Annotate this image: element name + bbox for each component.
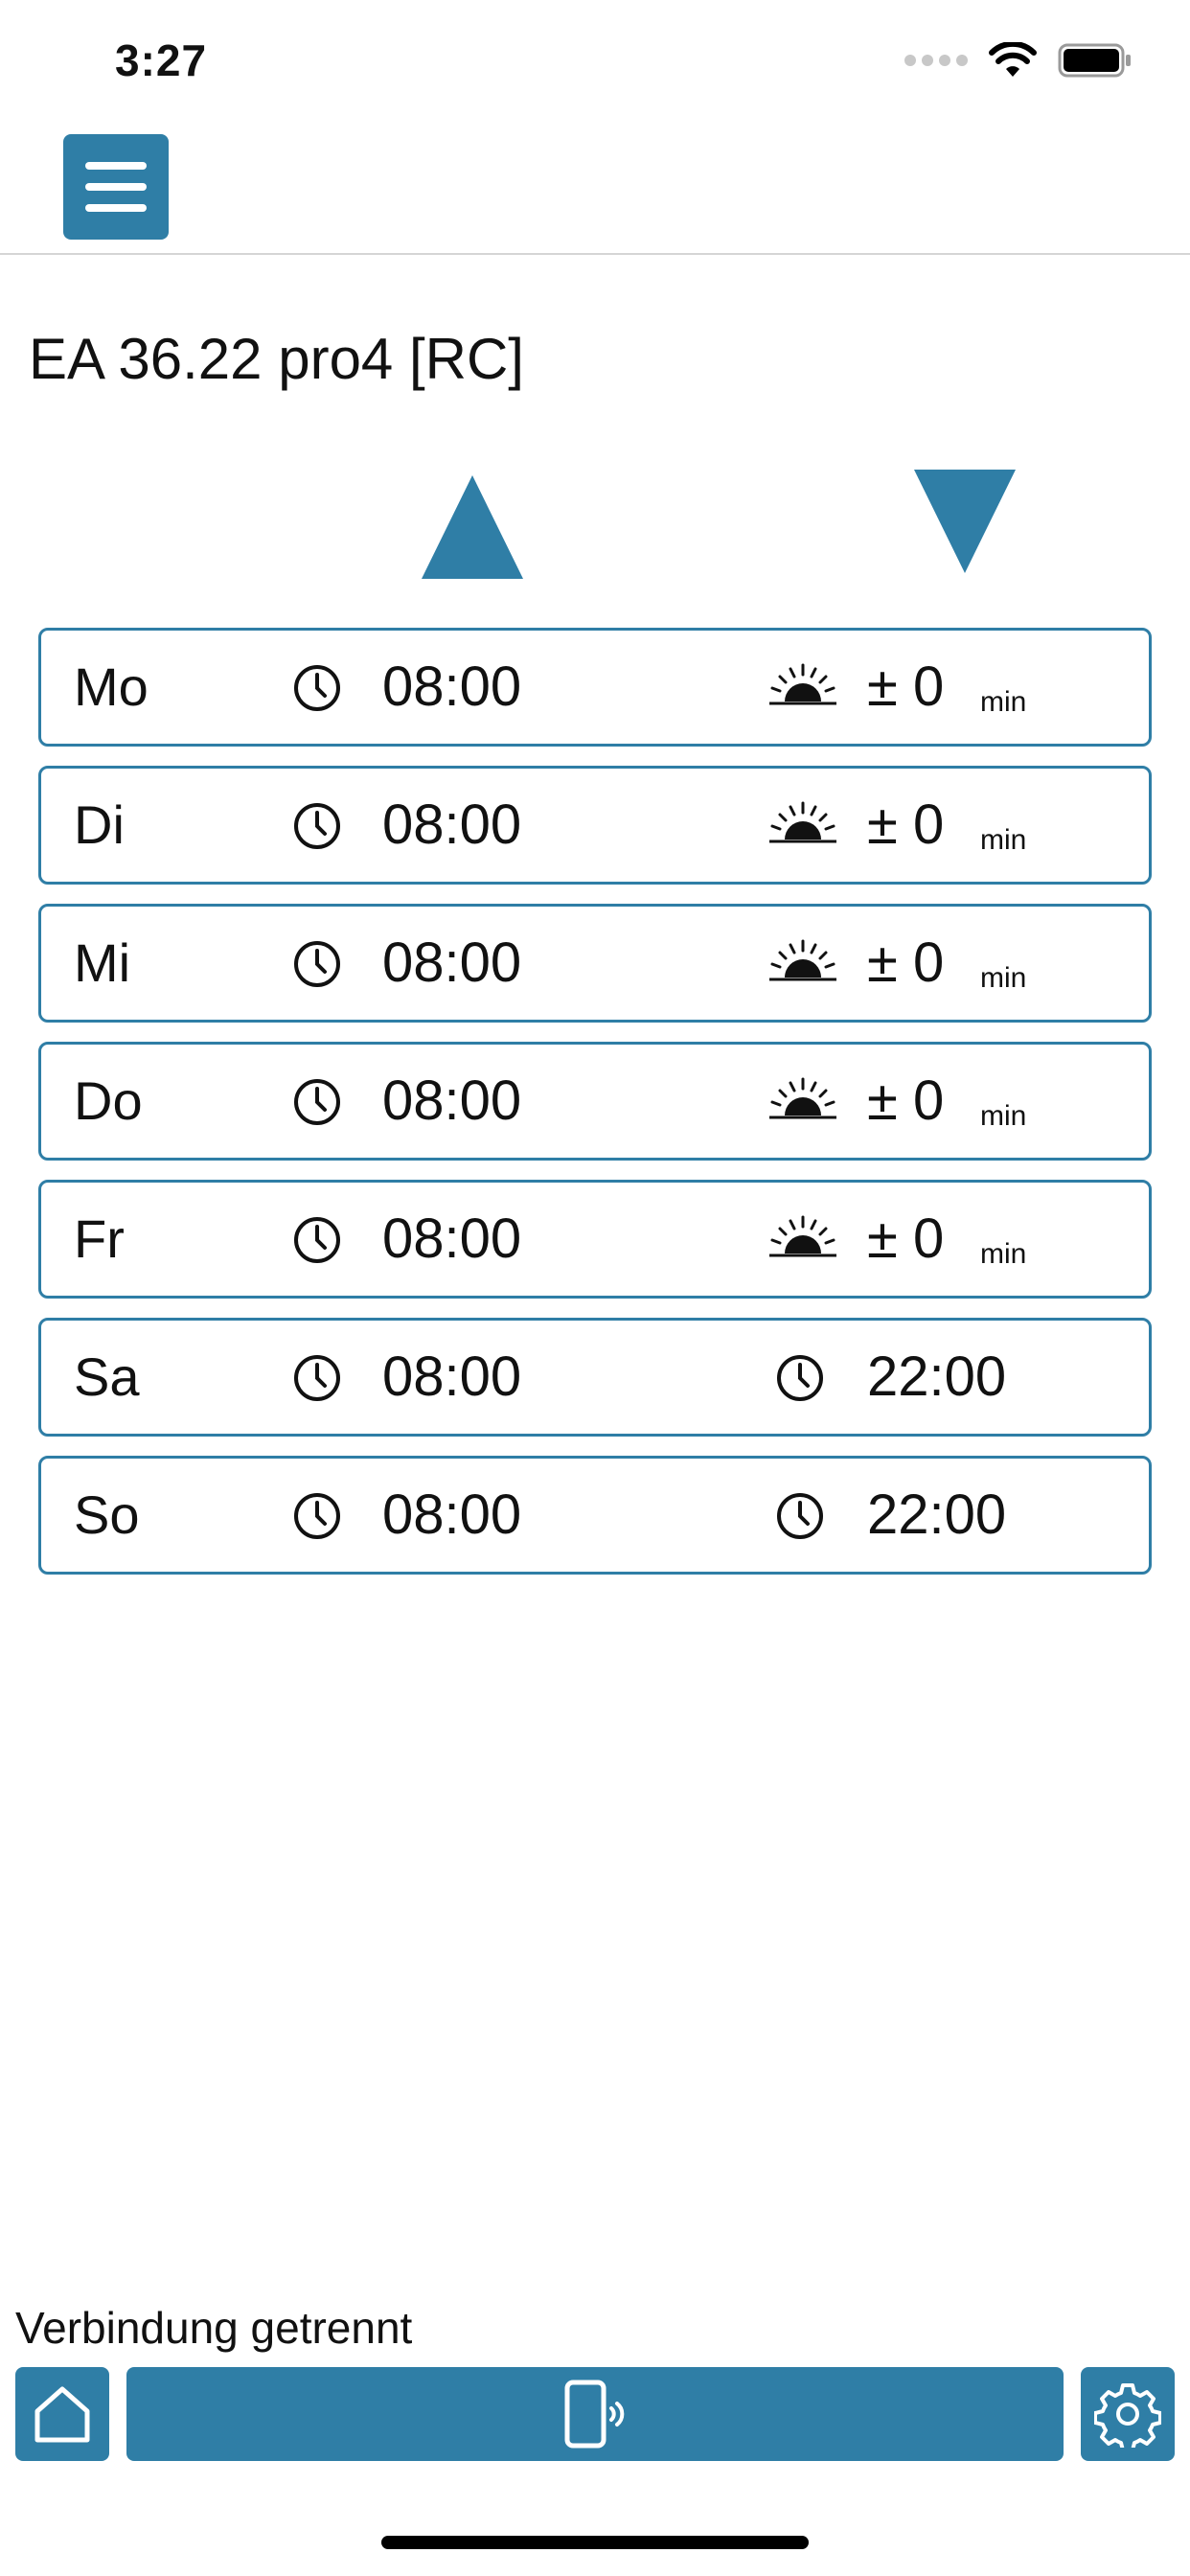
sunset-offset: ± 0	[867, 656, 945, 718]
clock-icon	[775, 1491, 825, 1546]
sunset-icon	[769, 1215, 836, 1266]
schedule-row-mo[interactable]: Mo 08:00 ± 0 min	[38, 628, 1152, 747]
sunset-icon	[769, 801, 836, 852]
up-time: 08:00	[382, 656, 522, 718]
down-time: 22:00	[867, 1484, 1007, 1546]
clock-icon	[292, 1491, 342, 1546]
schedule-row-so[interactable]: So 08:00 22:00	[38, 1456, 1152, 1575]
day-label: Sa	[74, 1346, 140, 1407]
sunset-offset: ± 0	[867, 1208, 945, 1270]
triangle-up-icon	[422, 475, 523, 579]
home-icon	[34, 2386, 90, 2443]
status-icons	[904, 42, 1133, 79]
up-time: 08:00	[382, 1208, 522, 1270]
up-time: 08:00	[382, 1070, 522, 1132]
triangle-down-icon	[914, 470, 1016, 573]
nav-divider	[0, 253, 1190, 255]
gear-icon	[1094, 2383, 1161, 2448]
day-label: So	[74, 1484, 140, 1545]
day-label: Fr	[74, 1208, 125, 1269]
down-time: 22:00	[867, 1346, 1007, 1408]
menu-button[interactable]	[63, 134, 169, 240]
sunset-offset: ± 0	[867, 794, 945, 856]
hamburger-line	[85, 183, 147, 191]
connection-status: Verbindung getrennt	[15, 2303, 413, 2353]
device-title: EA 36.22 pro4 [RC]	[29, 327, 524, 391]
day-label: Di	[74, 794, 125, 855]
day-label: Mo	[74, 656, 149, 717]
offset-unit: min	[980, 1100, 1027, 1132]
clock-icon	[292, 939, 342, 994]
wifi-icon	[989, 42, 1037, 77]
schedule-row-fr[interactable]: Fr 08:00 ± 0 min	[38, 1180, 1152, 1299]
home-indicator	[381, 2536, 809, 2549]
offset-unit: min	[980, 962, 1027, 994]
clock-icon	[292, 801, 342, 856]
up-time: 08:00	[382, 1346, 522, 1408]
day-label: Do	[74, 1070, 143, 1131]
up-time: 08:00	[382, 794, 522, 856]
clock-icon	[292, 1077, 342, 1132]
sunset-icon	[769, 1077, 836, 1128]
day-label: Mi	[74, 932, 131, 993]
offset-unit: min	[980, 1238, 1027, 1270]
phone-signal-icon	[564, 2380, 625, 2449]
sunset-icon	[769, 663, 836, 714]
schedule-row-do[interactable]: Do 08:00 ± 0 min	[38, 1042, 1152, 1161]
home-button[interactable]	[15, 2367, 109, 2461]
offset-unit: min	[980, 824, 1027, 856]
bottom-bar	[0, 2367, 1190, 2463]
clock-icon	[292, 1353, 342, 1408]
signal-dots-icon	[904, 55, 968, 66]
hamburger-menu-icon	[85, 162, 147, 170]
sunset-offset: ± 0	[867, 932, 945, 994]
sunset-offset: ± 0	[867, 1070, 945, 1132]
battery-icon	[1058, 43, 1131, 78]
hamburger-line	[85, 204, 147, 212]
sunset-icon	[769, 939, 836, 990]
schedule-row-sa[interactable]: Sa 08:00 22:00	[38, 1318, 1152, 1437]
offset-unit: min	[980, 686, 1027, 718]
clock-icon	[292, 663, 342, 718]
up-time: 08:00	[382, 1484, 522, 1546]
clock-icon	[292, 1215, 342, 1270]
settings-button[interactable]	[1081, 2367, 1175, 2461]
schedule-list: Mo 08:00 ± 0 min Di 08:00 ± 0 min Mi 08:00 ± 0 min D…	[38, 628, 1152, 1594]
up-time: 08:00	[382, 932, 522, 994]
status-time: 3:27	[115, 35, 208, 85]
schedule-row-di[interactable]: Di 08:00 ± 0 min	[38, 766, 1152, 885]
clock-icon	[775, 1353, 825, 1408]
connect-button[interactable]	[126, 2367, 1064, 2461]
app-screen: 3:27 EA 36.22 pro4 [RC] Mo 08:00 ± 0 min Di 0…	[0, 0, 1190, 2576]
schedule-row-mi[interactable]: Mi 08:00 ± 0 min	[38, 904, 1152, 1023]
